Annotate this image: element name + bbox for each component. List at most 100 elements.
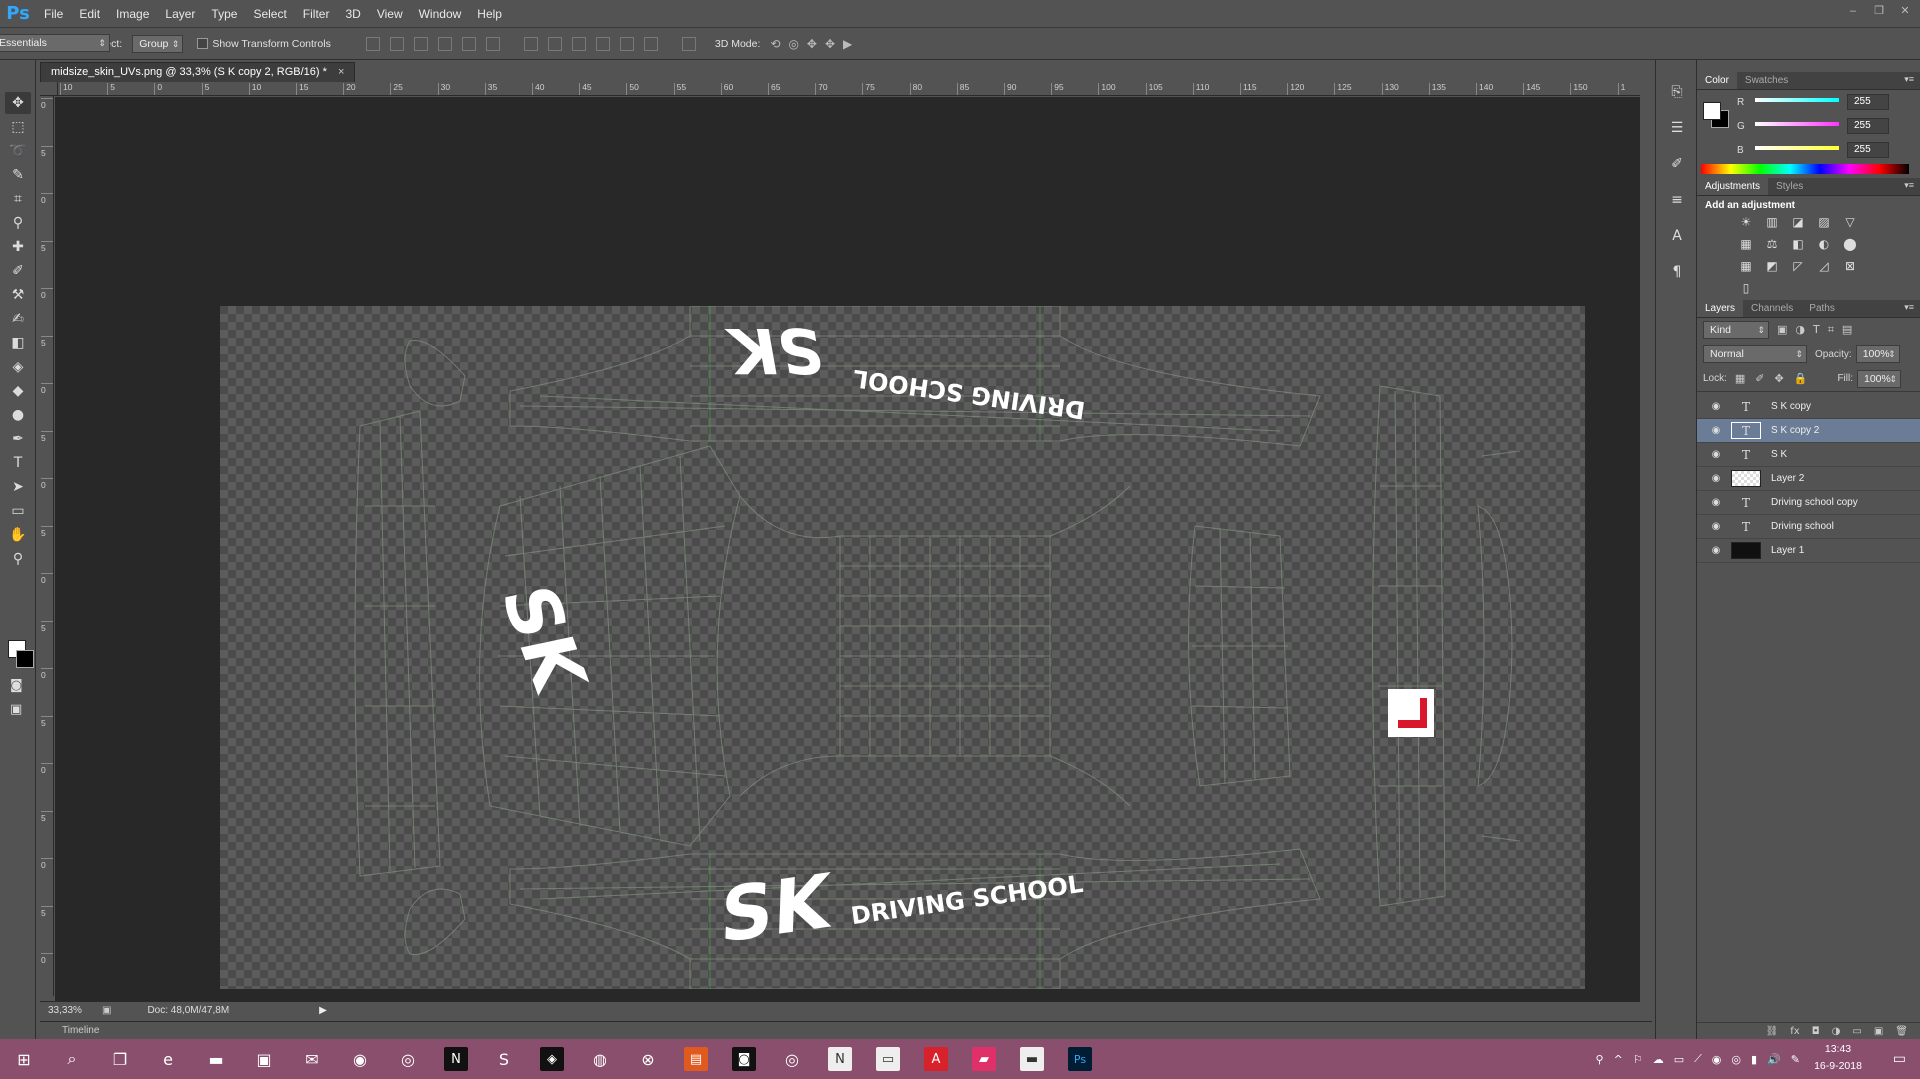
netflix-icon[interactable]: N [444, 1047, 468, 1071]
adjustment-icon[interactable]: ▯ [1737, 281, 1755, 297]
adjustment-icon[interactable]: ◐ [1815, 237, 1833, 253]
healing-brush-icon[interactable]: ✚ [5, 236, 31, 258]
tab-swatches[interactable]: Swatches [1737, 72, 1796, 89]
tab-channels[interactable]: Channels [1743, 300, 1801, 317]
green-value[interactable]: 255 [1847, 118, 1889, 134]
history-brush-icon[interactable]: ✍ [5, 308, 31, 330]
align-top-icon[interactable] [365, 36, 380, 51]
zoom-level[interactable]: 33,33% [48, 1005, 90, 1016]
horizontal-ruler[interactable]: 10 5 0 5 10 15 20 25 30 35 40 45 50 55 60 65 70 75 80 85 90 9… [58, 82, 1640, 96]
visibility-eye-icon[interactable]: ◉ [1709, 545, 1723, 556]
tray-icon[interactable]: ◎ [1731, 1053, 1741, 1066]
align-hcenter-icon[interactable] [461, 36, 476, 51]
layers-footer-icon[interactable]: fx [1790, 1026, 1799, 1037]
tab-adjustments[interactable]: Adjustments [1697, 178, 1769, 195]
menu-filter[interactable]: Filter [295, 0, 338, 28]
clone-stamp-icon[interactable]: ⚒ [5, 284, 31, 306]
panel-menu-icon[interactable]: ▾≡ [1904, 302, 1914, 313]
pen-tool-icon[interactable]: ✒ [5, 428, 31, 450]
type-tool-icon[interactable]: T [5, 452, 31, 474]
distribute-left-icon[interactable] [595, 36, 610, 51]
paint-bucket-icon[interactable]: ◈ [5, 356, 31, 378]
rectangle-tool-icon[interactable]: ▭ [5, 500, 31, 522]
menu-view[interactable]: View [369, 0, 411, 28]
eyedropper-tool-icon[interactable]: ⚲ [5, 212, 31, 234]
tray-icon[interactable]: 🔊 [1767, 1053, 1781, 1066]
menu-select[interactable]: Select [245, 0, 294, 28]
align-right-icon[interactable] [485, 36, 500, 51]
opacity-field[interactable]: 100% [1855, 345, 1900, 363]
layers-footer-icon[interactable]: ▭ [1852, 1026, 1861, 1037]
adjustment-icon[interactable]: ◪ [1789, 215, 1807, 231]
color-fg-swatch[interactable] [1703, 102, 1721, 120]
adjustment-icon[interactable]: ◩ [1763, 259, 1781, 275]
properties-panel-icon[interactable]: ☰ [1665, 120, 1689, 140]
visibility-eye-icon[interactable]: ◉ [1709, 425, 1723, 436]
tray-icon[interactable]: ⚐ [1633, 1053, 1643, 1066]
blue-slider[interactable]: B 255 [1697, 140, 1920, 164]
distribute-top-icon[interactable] [523, 36, 538, 51]
layer-row[interactable]: ◉ Layer 1 [1697, 539, 1920, 563]
tray-icon[interactable]: ◉ [1712, 1053, 1722, 1066]
acrobat-icon[interactable]: A [924, 1047, 948, 1071]
path-select-icon[interactable]: ➤ [5, 476, 31, 498]
blue-slider-track[interactable] [1755, 146, 1839, 150]
search-icon[interactable]: ⌕ [55, 1044, 89, 1074]
adjustment-icon[interactable]: ▨ [1815, 215, 1833, 231]
visibility-eye-icon[interactable]: ◉ [1709, 449, 1723, 460]
align-vcenter-icon[interactable] [389, 36, 404, 51]
distribute-hcenter-icon[interactable] [619, 36, 634, 51]
layer-row[interactable]: ◉ T S K [1697, 443, 1920, 467]
tray-icon[interactable]: ▭ [1674, 1053, 1684, 1066]
adjustment-icon[interactable]: ⚖ [1763, 237, 1781, 253]
taskbar-clock[interactable]: 13:43 16-9-2018 [1808, 1041, 1868, 1075]
menu-image[interactable]: Image [108, 0, 157, 28]
panel-menu-icon[interactable]: ▾≡ [1904, 180, 1914, 191]
app-box-icon[interactable]: ▭ [876, 1047, 900, 1071]
menu-layer[interactable]: Layer [157, 0, 203, 28]
tray-icon[interactable]: ^ [1614, 1053, 1623, 1066]
adjustment-icon[interactable]: ☀ [1737, 215, 1755, 231]
layers-footer-icon[interactable]: 🗑 [1895, 1026, 1908, 1037]
screen-mode-icon[interactable]: ▣ [10, 702, 22, 717]
quick-mask-icon[interactable]: ◙ [10, 678, 23, 693]
brush-tool-icon[interactable]: ✐ [5, 260, 31, 282]
align-left-icon[interactable] [437, 36, 452, 51]
layer-row[interactable]: ◉ Layer 2 [1697, 467, 1920, 491]
tray-icon[interactable]: ✎ [1791, 1053, 1800, 1066]
paragraph-panel-icon[interactable]: ¶ [1665, 264, 1689, 284]
store-icon[interactable]: ▣ [247, 1044, 281, 1074]
document-tab[interactable]: midsize_skin_UVs.png @ 33,3% (S K copy 2… [40, 62, 356, 82]
origin-icon[interactable]: ▤ [684, 1047, 708, 1071]
marquee-tool-icon[interactable]: ⬚ [5, 116, 31, 138]
status-menu-arrow-icon[interactable]: ▶ [319, 1005, 327, 1016]
dodge-tool-icon[interactable]: ● [5, 404, 31, 426]
news-icon[interactable]: N [828, 1047, 852, 1071]
forza-icon[interactable]: ▰ [972, 1047, 996, 1071]
spotify-icon[interactable]: ◍ [583, 1044, 617, 1074]
brush-presets-icon[interactable]: ≡ [1665, 192, 1689, 212]
steam-alt-icon[interactable]: ◈ [540, 1047, 564, 1071]
adjustment-icon[interactable]: ▦ [1737, 237, 1755, 253]
tray-icon[interactable]: ⚲ [1596, 1053, 1604, 1066]
action-center-icon[interactable]: ▭ [1893, 1051, 1906, 1067]
menu-file[interactable]: File [36, 0, 71, 28]
skype-icon[interactable]: S [487, 1044, 521, 1074]
layer-filter-icons[interactable]: ▣◑T⌗▤ [1777, 323, 1860, 337]
blur-tool-icon[interactable]: ◆ [5, 380, 31, 402]
menu-3d[interactable]: 3D [337, 0, 368, 28]
menu-window[interactable]: Window [411, 0, 470, 28]
ruler-origin[interactable] [40, 82, 58, 96]
tray-icon[interactable]: ⟋ [1694, 1052, 1702, 1066]
fill-field[interactable]: 100% [1857, 369, 1901, 388]
adjustment-icon[interactable]: ◿ [1815, 259, 1833, 275]
brush-panel-icon[interactable]: ✐ [1665, 156, 1689, 176]
menu-help[interactable]: Help [469, 0, 510, 28]
show-transform-checkbox[interactable] [197, 38, 209, 49]
tab-color[interactable]: Color [1697, 72, 1737, 89]
adjustment-icon[interactable]: ◧ [1789, 237, 1807, 253]
tab-layers[interactable]: Layers [1697, 300, 1744, 317]
align-bottom-icon[interactable] [413, 36, 428, 51]
auto-align-icon[interactable] [681, 36, 696, 51]
close-tab-icon[interactable]: × [338, 66, 344, 78]
